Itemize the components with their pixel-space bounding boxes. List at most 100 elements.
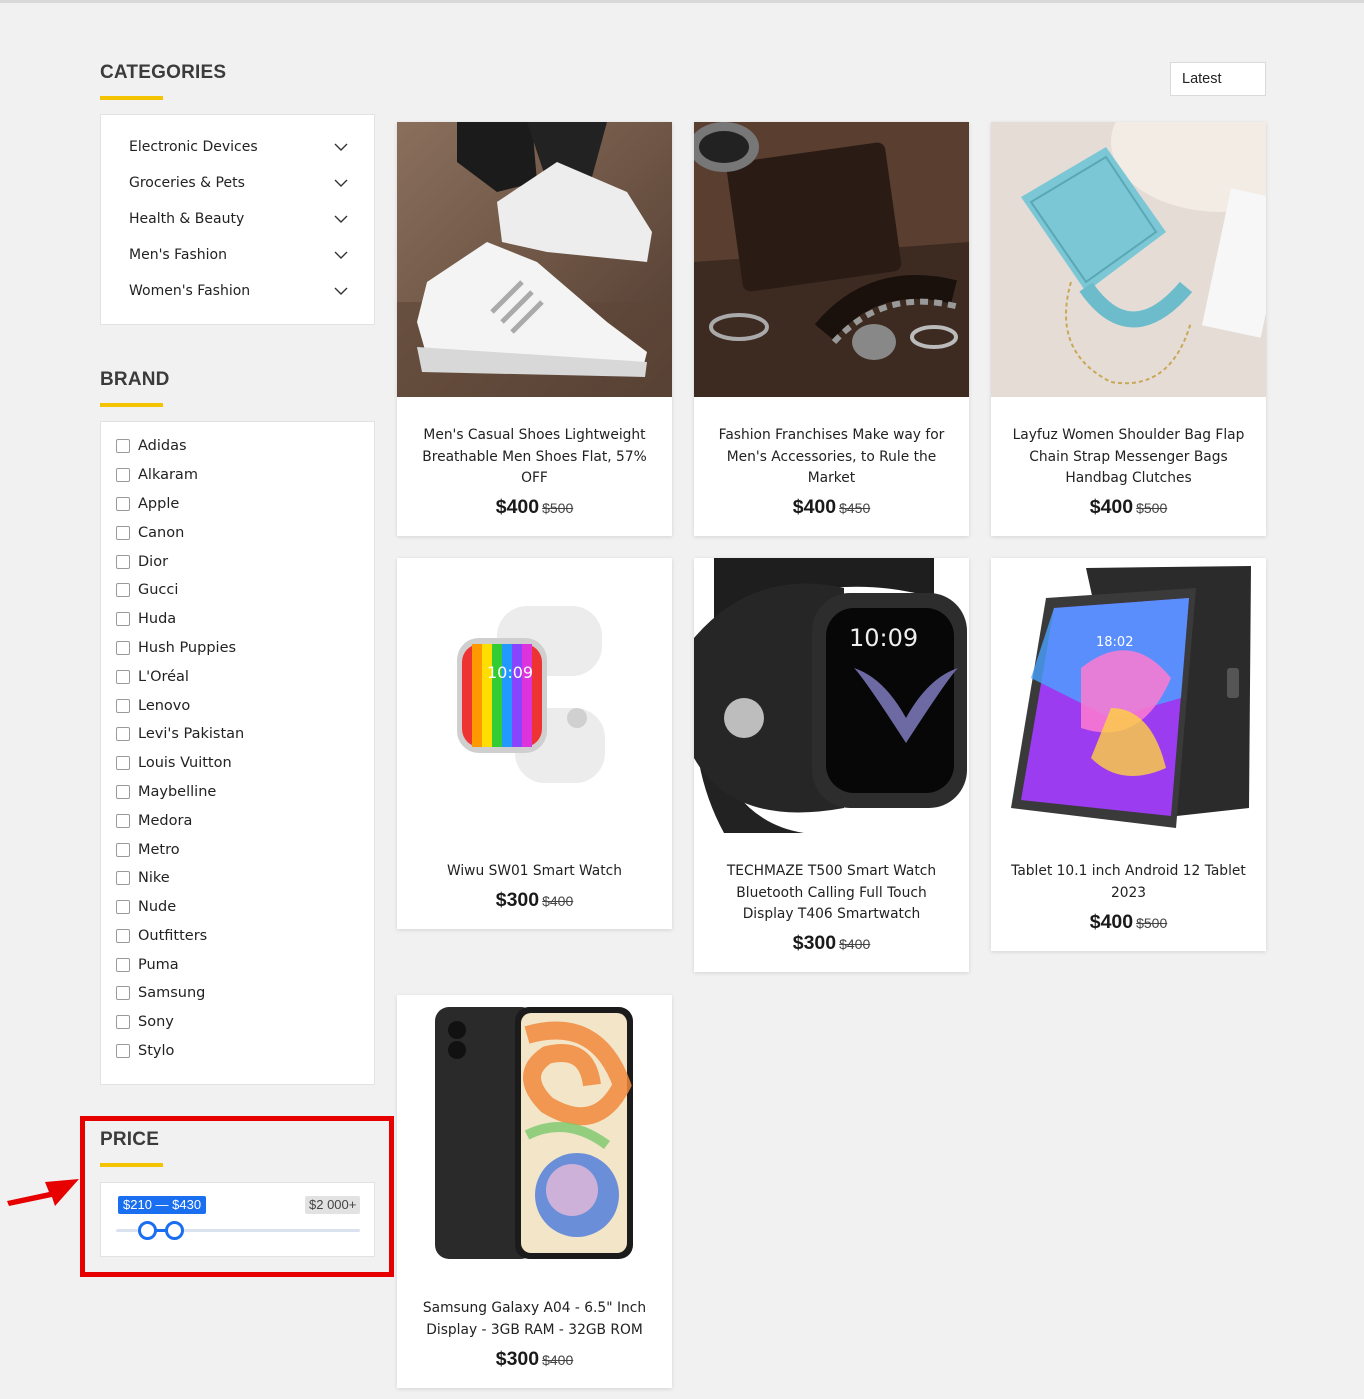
- category-label: Women's Fashion: [129, 283, 251, 299]
- checkbox[interactable]: [116, 785, 130, 799]
- product-name-line: Breathable Men Shoes Flat, 57%: [422, 448, 647, 465]
- brand-option[interactable]: Adidas: [116, 435, 187, 457]
- brand-label: Nude: [138, 899, 177, 915]
- product-name[interactable]: Tablet 10.1 inch Android 12 Tablet 2023: [1005, 861, 1252, 904]
- checkbox[interactable]: [116, 871, 130, 885]
- checkbox[interactable]: [116, 814, 130, 828]
- current-price: $300: [495, 1348, 540, 1370]
- brand-option[interactable]: Metro: [116, 839, 180, 861]
- current-price: $400: [1089, 911, 1134, 933]
- brand-option[interactable]: Hush Puppies: [116, 637, 236, 659]
- categories-underline: [100, 96, 163, 100]
- product-name-line: Fashion Franchises Make way for: [718, 427, 945, 443]
- checkbox[interactable]: [116, 583, 130, 597]
- product-card[interactable]: 10:09 Wiwu SW01 Smart Watch $300 $400: [397, 558, 672, 929]
- product-image[interactable]: [397, 122, 672, 397]
- product-card[interactable]: Men's Casual Shoes Lightweight Breathabl…: [397, 122, 672, 536]
- checkbox[interactable]: [116, 929, 130, 943]
- product-image[interactable]: [991, 122, 1266, 397]
- brand-label: L'Oréal: [138, 669, 189, 685]
- top-divider: [0, 0, 1364, 3]
- brand-option[interactable]: Lenovo: [116, 695, 190, 717]
- brand-option[interactable]: Nike: [116, 867, 170, 889]
- brand-option[interactable]: Maybelline: [116, 781, 216, 803]
- checkbox[interactable]: [116, 670, 130, 684]
- checkbox[interactable]: [116, 1015, 130, 1029]
- leather-accessories-image: [694, 122, 969, 397]
- checkbox[interactable]: [116, 958, 130, 972]
- category-mens-fashion[interactable]: Men's Fashion: [129, 243, 349, 267]
- checkbox[interactable]: [116, 526, 130, 540]
- brand-option[interactable]: Dior: [116, 551, 168, 573]
- chevron-down-icon[interactable]: [333, 283, 349, 299]
- brand-option[interactable]: L'Oréal: [116, 666, 189, 688]
- checkbox[interactable]: [116, 986, 130, 1000]
- sort-select[interactable]: Latest: [1170, 62, 1266, 96]
- brand-option[interactable]: Outfitters: [116, 925, 207, 947]
- brand-label: Hush Puppies: [138, 640, 237, 656]
- brand-option[interactable]: Samsung: [116, 982, 205, 1004]
- product-image[interactable]: 10:09: [694, 558, 969, 833]
- product-card[interactable]: 10:09 TECHMAZE T500 Smart Watch Bluetoot…: [694, 558, 969, 972]
- brand-underline: [100, 403, 163, 407]
- product-price: $400 $450: [694, 496, 969, 519]
- brand-option[interactable]: Levi's Pakistan: [116, 723, 244, 745]
- brand-option[interactable]: Stylo: [116, 1040, 174, 1062]
- product-card[interactable]: Fashion Franchises Make way for Men's Ac…: [694, 122, 969, 536]
- product-name[interactable]: Fashion Franchises Make way for Men's Ac…: [708, 425, 955, 490]
- brand-option[interactable]: Sony: [116, 1011, 174, 1033]
- old-price: $500: [1136, 500, 1168, 516]
- brand-option[interactable]: Gucci: [116, 579, 178, 601]
- brand-option[interactable]: Alkaram: [116, 464, 198, 486]
- brand-option[interactable]: Nude: [116, 896, 176, 918]
- category-health-beauty[interactable]: Health & Beauty: [129, 207, 349, 231]
- checkbox[interactable]: [116, 439, 130, 453]
- category-groceries-pets[interactable]: Groceries & Pets: [129, 171, 349, 195]
- product-image[interactable]: 18:02: [991, 558, 1266, 833]
- brand-option[interactable]: Apple: [116, 493, 179, 515]
- product-image[interactable]: 10:09: [397, 558, 672, 833]
- checkbox[interactable]: [116, 612, 130, 626]
- brand-option[interactable]: Huda: [116, 608, 176, 630]
- checkbox[interactable]: [116, 756, 130, 770]
- checkbox[interactable]: [116, 497, 130, 511]
- brand-option[interactable]: Canon: [116, 522, 184, 544]
- product-name[interactable]: Wiwu SW01 Smart Watch: [411, 861, 658, 883]
- checkbox[interactable]: [116, 641, 130, 655]
- product-price: $300 $400: [397, 889, 672, 912]
- checkbox[interactable]: [116, 900, 130, 914]
- product-image[interactable]: [694, 122, 969, 397]
- product-name-line: 2023: [1110, 884, 1147, 901]
- checkbox[interactable]: [116, 468, 130, 482]
- brand-option[interactable]: Medora: [116, 810, 192, 832]
- checkbox[interactable]: [116, 1044, 130, 1058]
- chevron-down-icon[interactable]: [333, 211, 349, 227]
- chevron-down-icon[interactable]: [333, 247, 349, 263]
- product-name[interactable]: Samsung Galaxy A04 - 6.5" Inch Display -…: [411, 1298, 658, 1341]
- brand-option[interactable]: Louis Vuitton: [116, 752, 232, 774]
- product-name-line: Wiwu SW01 Smart Watch: [446, 863, 622, 879]
- product-card[interactable]: Samsung Galaxy A04 - 6.5" Inch Display -…: [397, 995, 672, 1388]
- product-name[interactable]: Layfuz Women Shoulder Bag Flap Chain Str…: [1005, 425, 1252, 490]
- checkbox[interactable]: [116, 843, 130, 857]
- checkbox[interactable]: [116, 699, 130, 713]
- category-electronic-devices[interactable]: Electronic Devices: [129, 135, 349, 159]
- checkbox[interactable]: [116, 727, 130, 741]
- chevron-down-icon[interactable]: [333, 175, 349, 191]
- brand-option[interactable]: Puma: [116, 954, 179, 976]
- chevron-down-icon[interactable]: [333, 139, 349, 155]
- old-price: $400: [542, 1352, 574, 1368]
- category-womens-fashion[interactable]: Women's Fashion: [129, 279, 349, 303]
- product-image[interactable]: [397, 995, 672, 1270]
- svg-text:10:09: 10:09: [849, 624, 918, 652]
- product-name[interactable]: Men's Casual Shoes Lightweight Breathabl…: [411, 425, 658, 490]
- product-name[interactable]: TECHMAZE T500 Smart Watch Bluetooth Call…: [708, 861, 955, 926]
- product-card[interactable]: Layfuz Women Shoulder Bag Flap Chain Str…: [991, 122, 1266, 536]
- arrow-icon: [7, 1179, 79, 1206]
- brand-label: Huda: [138, 611, 177, 627]
- white-sneaker-image: [397, 122, 672, 397]
- android-tablet-image: 18:02: [991, 558, 1266, 833]
- checkbox[interactable]: [116, 555, 130, 569]
- product-card[interactable]: 18:02 Tablet 10.1 inch Android 12 Tablet…: [991, 558, 1266, 951]
- brand-label: Metro: [138, 842, 180, 858]
